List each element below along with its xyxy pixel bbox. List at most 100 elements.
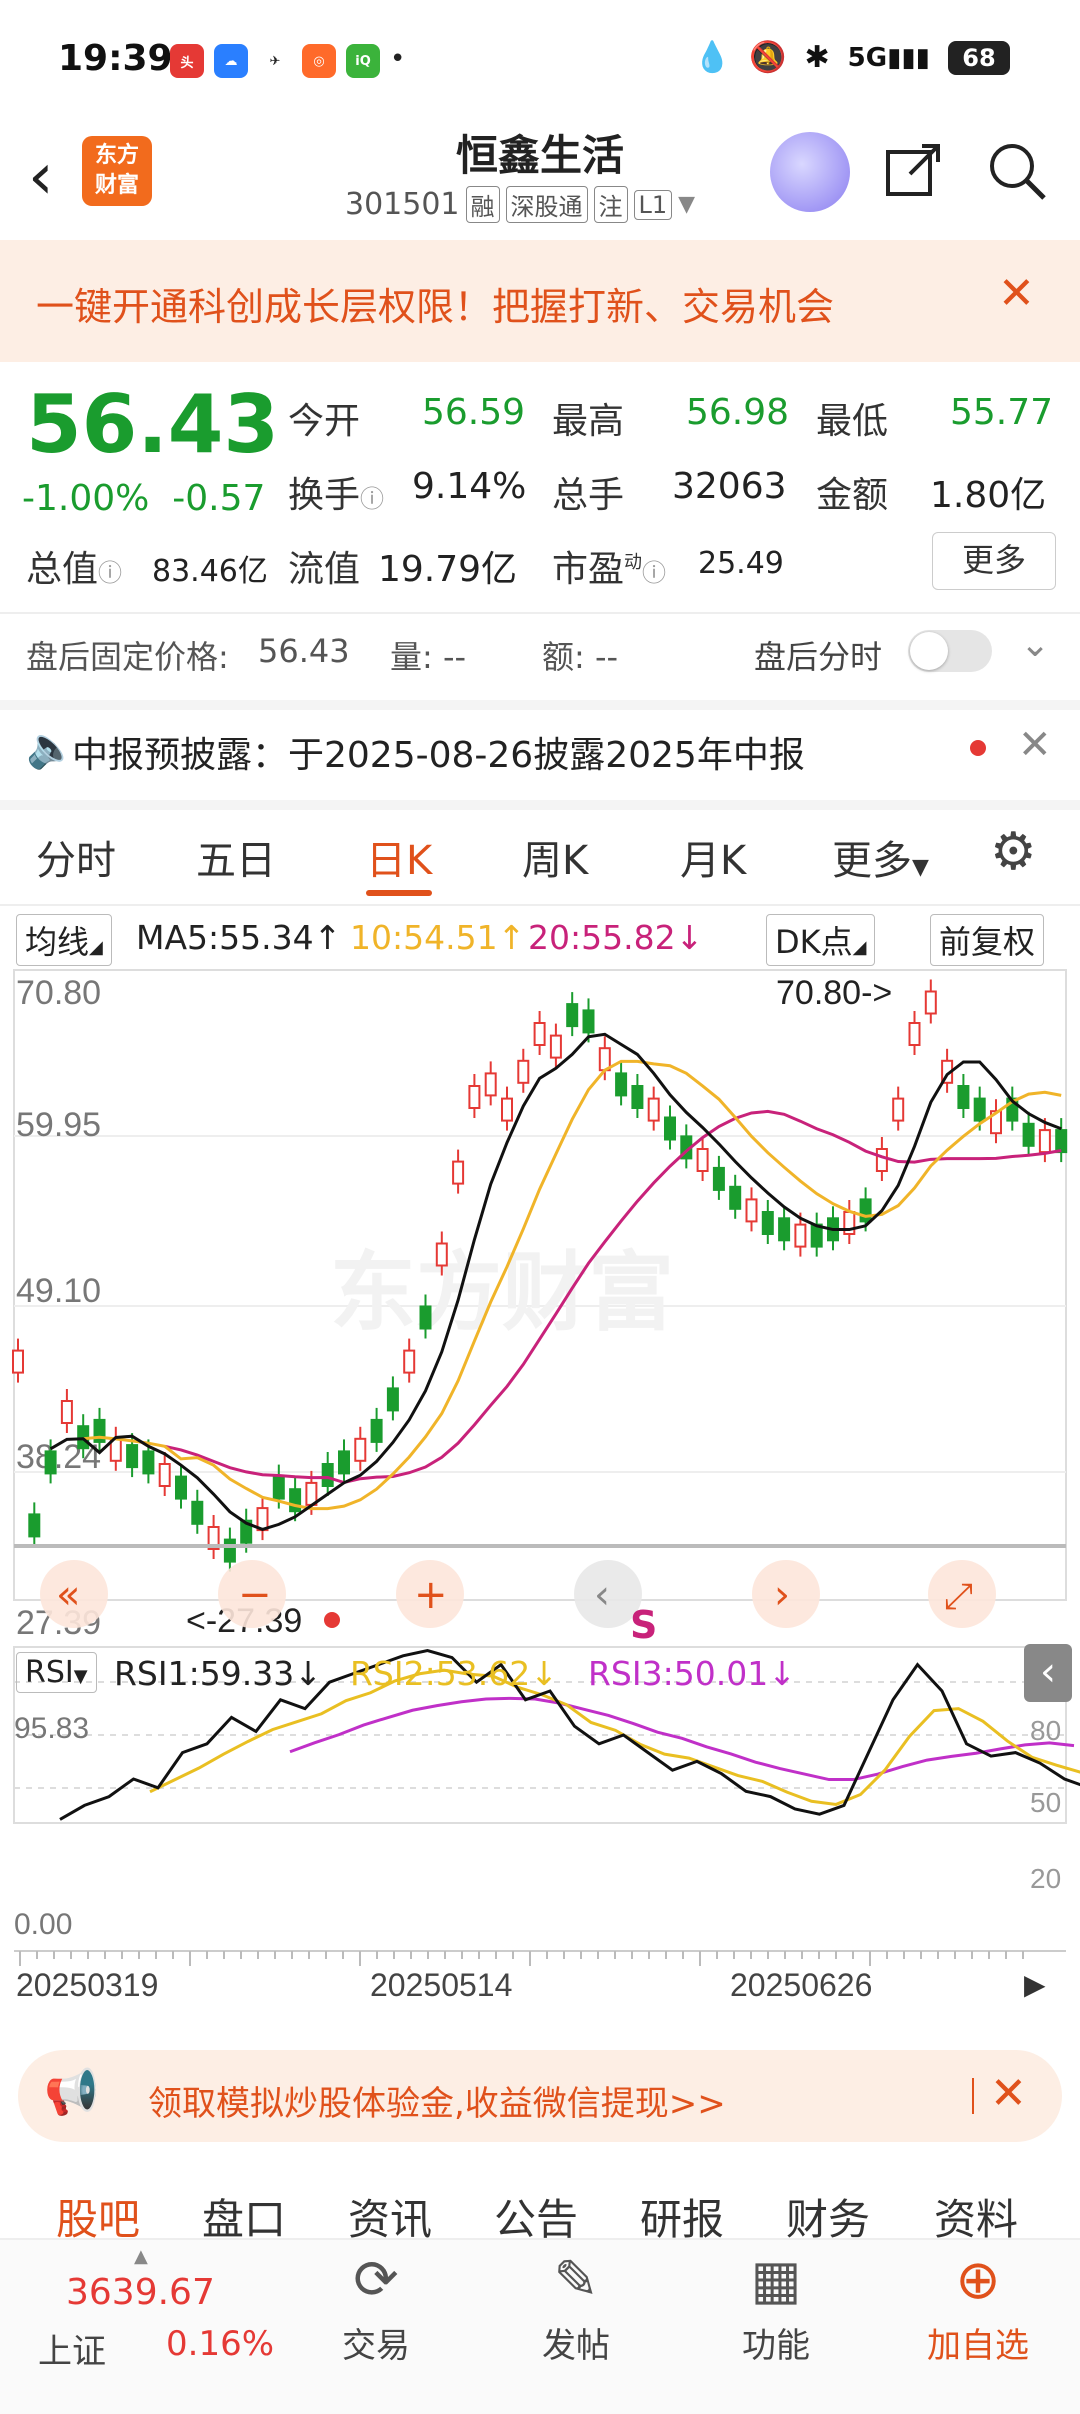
divider [972, 2078, 974, 2114]
candle [908, 1022, 921, 1046]
banner-text[interactable]: 一键开通科创成长层权限！把握打新、交易机会 [36, 276, 834, 331]
date-label: 20250626 [730, 1967, 872, 2003]
price-tick: 70.80 [16, 974, 101, 1012]
chevron-down-icon[interactable]: ⌄ [1020, 624, 1050, 665]
tab-weekly-k[interactable]: 周K [522, 828, 588, 886]
expand-icon[interactable]: ⤢ [944, 1576, 973, 1617]
tab-daily-k[interactable]: 日K [366, 828, 432, 886]
candle [647, 1097, 660, 1122]
after-hours-amount: 额: -- [542, 638, 619, 676]
pe-label: 市盈动ⓘ [552, 549, 667, 590]
nav-add-watchlist[interactable]: ⊕ 加自选 [908, 2248, 1048, 2367]
candle [631, 1085, 644, 1109]
candle [419, 1305, 432, 1330]
float-value: 19.79亿 [378, 549, 518, 590]
orange-app-icon: ◎ [302, 44, 336, 78]
candle [517, 1059, 530, 1084]
rsi-selector[interactable]: RSI▼ [16, 1652, 97, 1693]
divider [0, 700, 1080, 710]
info-icon[interactable]: ⓘ [98, 559, 122, 587]
candlestick-chart[interactable]: 东方财富 70.80 59.95 49.10 38.24 27.39 70.80… [0, 962, 1080, 2062]
rsi-level: 80 [1030, 1715, 1061, 1746]
candle [924, 990, 937, 1015]
candle [615, 1072, 628, 1097]
index-pct[interactable]: 0.16% [166, 2324, 274, 2364]
turnover-value: 9.14% [412, 466, 527, 507]
candle [892, 1097, 905, 1122]
candle [468, 1085, 481, 1109]
close-icon[interactable]: ✕ [990, 2068, 1027, 2119]
adjust-button[interactable]: 前复权 [930, 914, 1045, 966]
status-time: 19:39 [58, 38, 173, 79]
notice-text[interactable]: 中报预披露：于2025-08-26披露2025年中报 [72, 726, 805, 778]
tag-registered: 注 [593, 186, 628, 223]
ma20-value: 20:55.82↓ [528, 918, 704, 957]
stock-code: 301501 [345, 187, 460, 222]
candle [403, 1349, 416, 1374]
plus-icon[interactable]: + [414, 1572, 448, 1618]
candle [761, 1211, 774, 1235]
candle [582, 1009, 595, 1034]
candle [875, 1148, 888, 1172]
tag-connect: 深股通 [505, 186, 588, 223]
candle [859, 1198, 872, 1223]
minus-icon[interactable]: − [238, 1572, 272, 1618]
candle [142, 1450, 155, 1475]
ma-selector[interactable]: 均线◢ [16, 914, 112, 966]
candle [223, 1538, 236, 1563]
turnover-label: 换手ⓘ [288, 475, 385, 516]
promo-text[interactable]: 领取模拟炒股体验金,收益微信提现>> [148, 2076, 726, 2125]
info-icon[interactable]: ⓘ [360, 485, 384, 513]
tab-intraday[interactable]: 分时 [36, 828, 116, 886]
index-name[interactable]: 上证 [38, 2324, 106, 2373]
more-button[interactable]: 更多 [932, 532, 1056, 590]
candle [158, 1463, 171, 1487]
status-right: 💧 🔕 ✱ 5G▮▮▮ 68 [694, 40, 1010, 75]
chevron-left-icon[interactable]: ‹ [594, 1572, 610, 1618]
play-icon[interactable]: ▶ [1024, 1968, 1046, 2001]
after-hours-toggle[interactable] [908, 630, 992, 672]
divider [0, 612, 1080, 614]
nav-trade[interactable]: ⟳ 交易 [306, 2248, 446, 2367]
tag-margin: 融 [465, 186, 500, 223]
close-icon[interactable]: ✕ [1018, 722, 1052, 768]
rsi3-value: RSI3:50.01↓ [588, 1654, 796, 1693]
close-icon[interactable]: ✕ [998, 268, 1035, 319]
candle [729, 1185, 742, 1210]
ai-assistant-icon[interactable] [770, 132, 850, 212]
tab-five-day[interactable]: 五日 [196, 828, 276, 886]
rsi-top-tick: 95.83 [14, 1712, 89, 1745]
candle [28, 1513, 41, 1538]
rsi1-value: RSI1:59.33↓ [114, 1654, 322, 1693]
dk-point-button[interactable]: DK点◢ [766, 914, 876, 966]
info-icon[interactable]: ⓘ [642, 559, 666, 587]
chevron-right-icon[interactable]: › [774, 1572, 790, 1618]
bottom-navbar: ▲ 3639.67 上证 0.16% ⟳ 交易 ✎ 发帖 ▦ 功能 ⊕ 加自选 [0, 2238, 1080, 2414]
rsi2-value: RSI2:53.62↓ [350, 1654, 558, 1693]
tab-more[interactable]: 更多▼ [832, 828, 929, 886]
nav-functions[interactable]: ▦ 功能 [706, 2248, 846, 2367]
divider [0, 800, 1080, 810]
price-tick: 49.10 [16, 1272, 101, 1310]
candle [44, 1450, 57, 1475]
double-left-icon[interactable]: « [56, 1572, 80, 1618]
share-icon[interactable] [884, 140, 944, 214]
volume-label: 总手 [552, 475, 625, 516]
gear-icon[interactable]: ⚙ [990, 822, 1037, 882]
mute-icon: 🔕 [749, 40, 787, 75]
yen-icon: ⟳ [353, 2248, 399, 2311]
candle [566, 1003, 579, 1028]
tab-monthly-k[interactable]: 月K [680, 828, 746, 886]
active-tab-indicator [366, 890, 432, 896]
speaker-icon: 🔈 [26, 725, 76, 771]
stock-code-row[interactable]: 301501 融 深股通 注 L1 ▼ [345, 186, 695, 223]
index-value[interactable]: 3639.67 [66, 2272, 215, 2313]
cloud-app-icon: ☁ [214, 44, 248, 78]
candle [191, 1500, 204, 1525]
battery-icon: 68 [948, 40, 1010, 75]
nav-post[interactable]: ✎ 发帖 [506, 2248, 646, 2367]
search-icon[interactable] [986, 140, 1048, 216]
collapse-panel-button[interactable]: ‹ [1024, 1644, 1072, 1702]
high-label: 最高 [552, 401, 625, 442]
up-caret-icon: ▲ [134, 2246, 148, 2267]
